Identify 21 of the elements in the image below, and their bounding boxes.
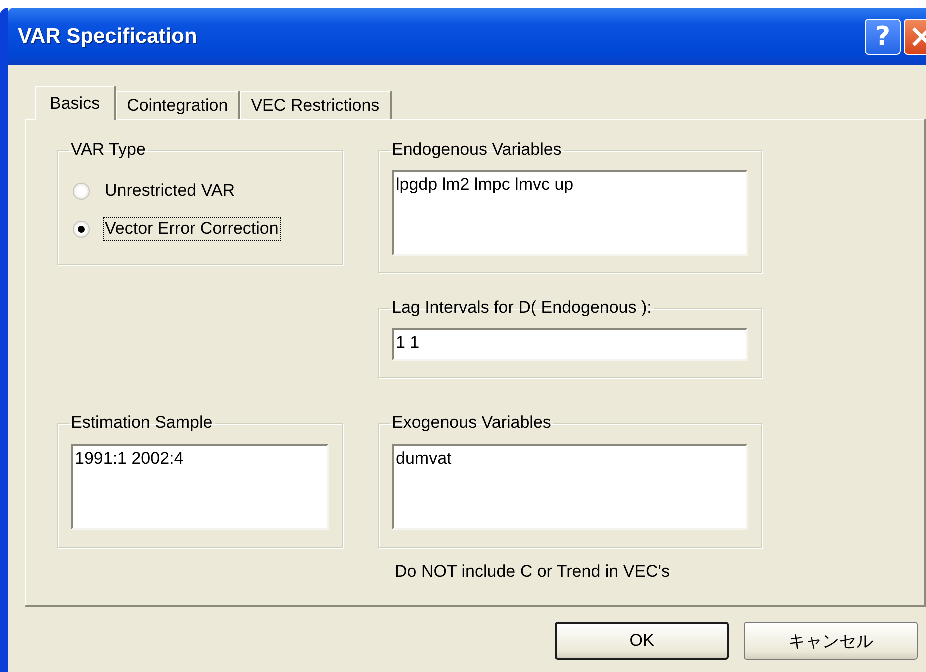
dialog-button[interactable]: OK: [555, 622, 729, 660]
text-field[interactable]: dumvat: [392, 444, 748, 530]
text-field[interactable]: 1 1: [392, 328, 748, 361]
text-field[interactable]: 1991:1 2002:4: [71, 444, 329, 530]
text-field[interactable]: lpgdp lm2 lmpc lmvc up: [392, 170, 748, 256]
tab[interactable]: VEC Restrictions: [240, 91, 392, 119]
tab[interactable]: Basics: [35, 86, 116, 120]
tab[interactable]: Cointegration: [116, 91, 240, 119]
group-label: Exogenous Variables: [391, 413, 552, 433]
group-label: VAR Type: [70, 140, 147, 160]
group-label: Endogenous Variables: [391, 140, 563, 160]
radio-option[interactable]: Unrestricted VAR: [71, 172, 329, 210]
help-button[interactable]: ?: [865, 18, 901, 54]
note-text: Do NOT include C or Trend in VEC's: [394, 561, 672, 582]
window-title: VAR Specification: [17, 24, 198, 48]
radio-label: Unrestricted VAR: [104, 180, 236, 202]
dialog-button[interactable]: キャンセル: [744, 622, 918, 660]
radio-label: Vector Error Correction: [103, 217, 281, 241]
radio-option[interactable]: Vector Error Correction: [71, 210, 329, 248]
group-label: Estimation Sample: [70, 413, 214, 433]
group-label: Lag Intervals for D( Endogenous ):: [391, 298, 653, 318]
